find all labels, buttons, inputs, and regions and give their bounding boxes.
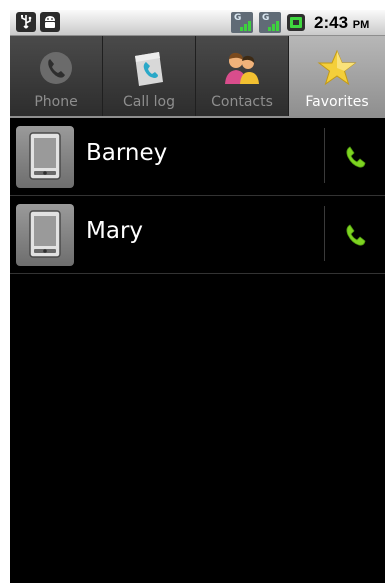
tab-contacts[interactable]: Contacts (196, 36, 289, 116)
network-type-label: G (234, 13, 242, 23)
call-button[interactable] (325, 118, 385, 195)
call-icon (346, 223, 366, 246)
tab-label: Phone (34, 94, 78, 110)
star-icon (317, 49, 357, 86)
phone-icon (40, 52, 72, 84)
call-button[interactable] (325, 196, 385, 273)
battery-icon (287, 14, 305, 31)
tab-call-log[interactable]: Call log (103, 36, 196, 116)
signal-icon: G (231, 12, 253, 33)
favorites-list: Barney Mary (10, 118, 385, 274)
phone-device-icon (29, 210, 61, 258)
phone-screen: G G 2:43 PM Phone Call log Contacts Favo… (10, 10, 385, 583)
status-clock: 2:43 PM (314, 13, 369, 33)
contact-name: Barney (86, 140, 168, 166)
tab-phone[interactable]: Phone (10, 36, 103, 116)
list-item[interactable]: Mary (10, 196, 385, 274)
contact-avatar[interactable] (16, 204, 74, 266)
phone-device-icon (29, 132, 61, 180)
list-item[interactable]: Barney (10, 118, 385, 196)
clock-ampm: PM (352, 19, 370, 31)
tab-label: Call log (123, 94, 175, 110)
status-bar: G G 2:43 PM (10, 10, 385, 36)
contact-avatar[interactable] (16, 126, 74, 188)
tab-label: Contacts (211, 94, 273, 110)
signal-icon: G (259, 12, 281, 33)
usb-icon (16, 12, 36, 32)
network-type-label: G (262, 13, 270, 23)
clock-time: 2:43 (314, 13, 349, 32)
call-icon (346, 145, 366, 168)
call-log-icon (135, 52, 163, 86)
tab-label: Favorites (305, 94, 369, 110)
tab-bar: Phone Call log Contacts Favorites (10, 36, 385, 116)
contact-name: Mary (86, 218, 144, 244)
android-notification-icon (40, 12, 60, 32)
tab-favorites[interactable]: Favorites (289, 36, 385, 116)
contacts-icon (225, 52, 259, 84)
